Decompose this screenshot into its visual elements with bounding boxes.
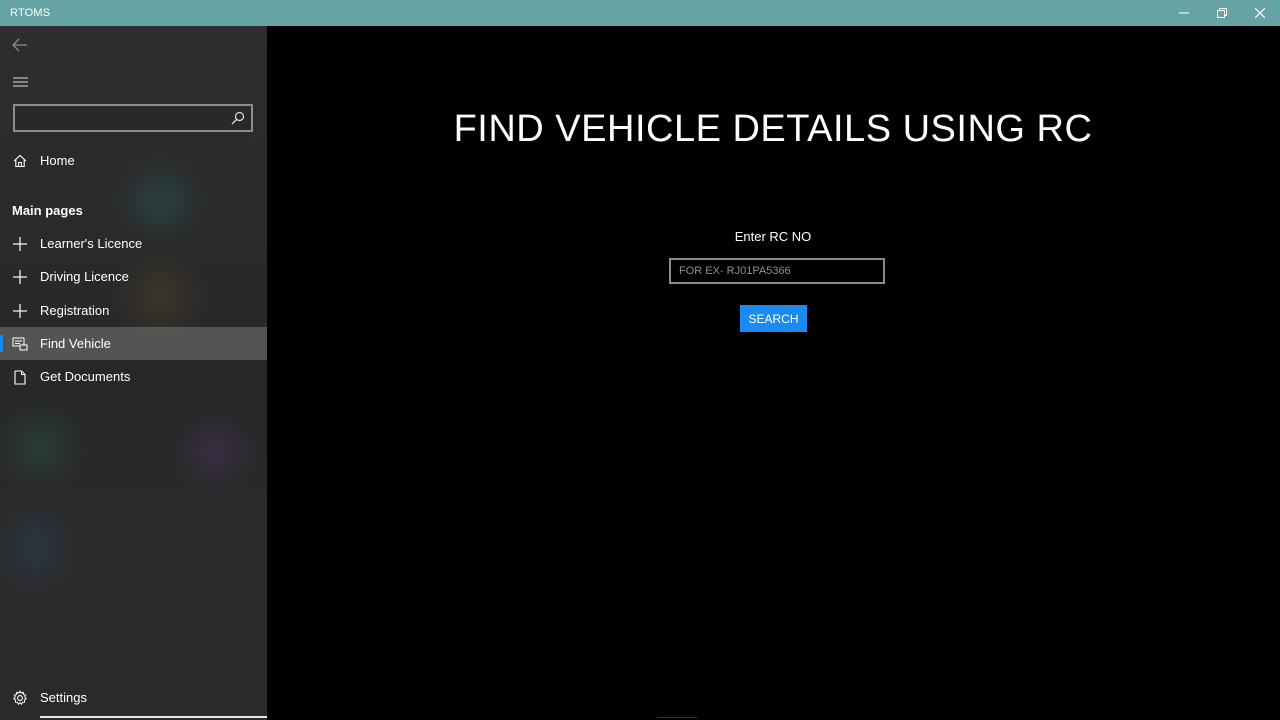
nav-item-settings[interactable]: Settings <box>0 681 267 714</box>
nav-item-registration[interactable]: Registration <box>0 294 267 327</box>
rc-number-input[interactable] <box>669 258 885 284</box>
close-icon <box>1255 8 1265 18</box>
restore-button[interactable] <box>1203 0 1241 26</box>
navigation-pane: Home Main pages Learner's Licence Drivin… <box>0 26 267 720</box>
section-header-main-pages: Main pages <box>12 203 83 218</box>
nav-item-find-vehicle[interactable]: Find Vehicle <box>0 327 267 360</box>
nav-item-label: Home <box>40 153 75 168</box>
nav-item-label: Driving Licence <box>40 269 129 284</box>
hamburger-menu-button[interactable] <box>8 72 32 92</box>
selection-indicator <box>0 335 3 352</box>
nav-item-label: Settings <box>40 690 87 705</box>
nav-item-learners-licence[interactable]: Learner's Licence <box>0 227 267 260</box>
back-arrow-icon <box>12 38 27 52</box>
home-icon <box>11 152 29 170</box>
minimize-button[interactable] <box>1165 0 1203 26</box>
nav-search-input[interactable] <box>19 108 223 130</box>
divider <box>657 717 697 718</box>
nav-search-box[interactable] <box>13 104 253 132</box>
search-button[interactable]: SEARCH <box>740 305 807 332</box>
hamburger-icon <box>12 77 28 87</box>
close-button[interactable] <box>1241 0 1279 26</box>
nav-item-label: Find Vehicle <box>40 336 111 351</box>
background-blur <box>10 516 60 576</box>
nav-item-label: Learner's Licence <box>40 236 143 251</box>
restore-icon <box>1217 8 1227 18</box>
minimize-icon <box>1179 12 1189 14</box>
background-blur <box>190 426 240 476</box>
rc-number-label: Enter RC NO <box>734 229 812 244</box>
gear-icon <box>11 689 29 707</box>
app-title: RTOMS <box>10 7 51 19</box>
document-icon <box>11 368 29 386</box>
search-icon[interactable] <box>231 111 245 125</box>
nav-item-driving-licence[interactable]: Driving Licence <box>0 260 267 293</box>
nav-item-label: Get Documents <box>40 369 131 384</box>
page-title: FIND VEHICLE DETAILS USING RC <box>453 108 1093 150</box>
nav-item-home[interactable]: Home <box>0 144 267 177</box>
background-blur <box>130 176 190 226</box>
plus-icon <box>11 235 29 253</box>
back-button[interactable] <box>8 34 32 56</box>
background-blur <box>10 416 70 476</box>
nav-item-label: Registration <box>40 303 110 318</box>
main-content: FIND VEHICLE DETAILS USING RC Enter RC N… <box>267 26 1280 720</box>
vehicle-icon <box>11 335 29 353</box>
plus-icon <box>11 268 29 286</box>
nav-item-get-documents[interactable]: Get Documents <box>0 360 267 393</box>
title-bar: RTOMS <box>0 0 1280 26</box>
plus-icon <box>11 302 29 320</box>
